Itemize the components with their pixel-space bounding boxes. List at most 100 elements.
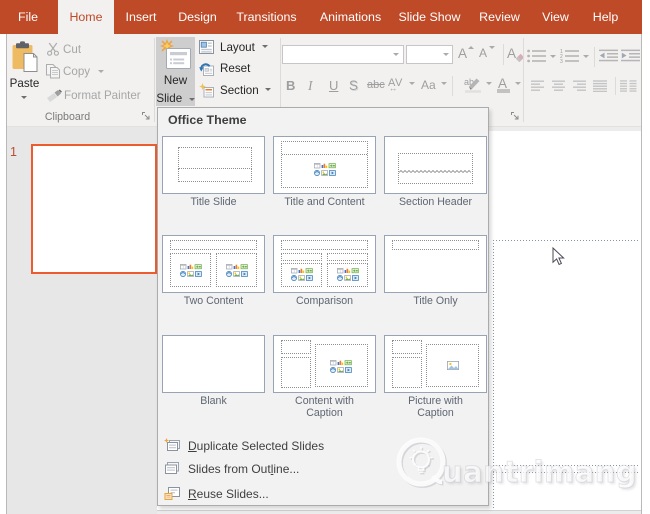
character-spacing-button[interactable]: AV ↔ [388, 74, 414, 96]
font-name-combo[interactable] [282, 45, 404, 64]
layout-label: Section Header [384, 197, 487, 209]
justify-button[interactable] [593, 79, 611, 93]
cut-icon [46, 42, 60, 56]
layout-thumb-blank [162, 335, 265, 393]
layout-option-comparison[interactable]: Comparison [273, 235, 376, 308]
tab-transitions[interactable]: Transitions [229, 0, 304, 34]
menu-item-reuse-slides[interactable]: Reuse Slides... [159, 482, 487, 505]
grow-font-button[interactable]: A [458, 44, 476, 64]
change-case-letters: Aa [421, 77, 436, 94]
bold-button[interactable]: B [286, 76, 302, 96]
numbering-button[interactable]: 123 [560, 49, 590, 65]
font-color-bar [497, 89, 510, 93]
section-label: Section [220, 84, 259, 97]
font-name-caret [393, 53, 399, 56]
slides-from-outline-icon [164, 461, 180, 476]
clipboard-dialog-launcher[interactable] [142, 112, 152, 122]
tab-file[interactable]: File [6, 0, 50, 34]
font-color-caret [515, 82, 521, 85]
italic-button[interactable]: I [308, 76, 322, 96]
new-slide-label-line1: New [156, 74, 195, 87]
tab-home[interactable]: Home [58, 0, 114, 34]
layout-label: Title and Content [273, 197, 376, 209]
bold-letter: B [286, 77, 295, 94]
bullets-button[interactable] [527, 49, 557, 65]
layout-option-blank[interactable]: Blank [162, 335, 265, 408]
align-center-button[interactable] [552, 79, 568, 93]
columns-button[interactable] [620, 79, 638, 93]
ribbon-tab-bar: File Home Insert Design Transitions Anim… [0, 0, 642, 34]
italic-letter: I [308, 77, 313, 94]
layout-option-content-with-caption[interactable]: Content with Caption [273, 335, 376, 420]
copy-icon [45, 63, 61, 79]
increase-indent-icon [621, 49, 641, 63]
layout-option-title-only[interactable]: Title Only [384, 235, 487, 308]
placeholder-outline [392, 240, 479, 250]
placeholder-outline [392, 340, 422, 354]
layout-option-title-slide[interactable]: Title Slide [162, 136, 265, 209]
paste-button[interactable]: Paste [8, 37, 41, 104]
section-icon [199, 83, 214, 98]
change-case-caret [441, 82, 447, 85]
layout-option-title-and-content[interactable]: Title and Content [273, 136, 376, 209]
placeholder-outline [392, 357, 422, 388]
decrease-indent-button[interactable] [599, 49, 619, 65]
shadow-button[interactable]: S [349, 76, 365, 96]
underline-button[interactable]: U [329, 76, 345, 96]
placeholder-outline [178, 147, 252, 169]
layout-label: Layout [220, 41, 255, 54]
layout-option-picture-with-caption[interactable]: Picture with Caption [384, 335, 487, 420]
menu-item-slides-from-outline[interactable]: Slides from Outline... [159, 457, 487, 480]
increase-indent-button[interactable] [621, 49, 641, 65]
menu-item-label: Duplicate Selected Slides [188, 439, 324, 453]
new-slide-dropdown: Office Theme Title Slide Title and Conte… [157, 107, 489, 506]
placeholder-divider [282, 154, 367, 155]
new-slide-label-line2: Slide [156, 92, 182, 105]
office-theme-header: Office Theme [168, 113, 247, 127]
layout-icon [199, 40, 214, 54]
tab-slide-show[interactable]: Slide Show [392, 0, 467, 34]
shadow-letter: S [349, 77, 358, 94]
layout-thumb-two-content [162, 235, 265, 293]
layout-label: Comparison [273, 296, 376, 308]
paragraph-group: 123 [524, 34, 641, 127]
duplicate-slides-icon [164, 438, 180, 453]
tab-animations[interactable]: Animations [311, 0, 390, 34]
text-highlight-button[interactable]: ab [464, 74, 494, 96]
new-slide-dropdown-caret [189, 98, 195, 101]
align-right-button[interactable] [573, 79, 589, 93]
font-size-combo[interactable] [406, 45, 453, 64]
shrink-font-button[interactable]: A [479, 44, 497, 64]
shrink-font-letter: A [479, 45, 487, 62]
tab-design[interactable]: Design [169, 0, 226, 34]
group-separator [452, 76, 453, 96]
tab-view[interactable]: View [533, 0, 578, 34]
new-slide-button[interactable]: New Slide [156, 37, 195, 106]
font-dialog-launcher[interactable] [511, 112, 521, 122]
tab-insert[interactable]: Insert [117, 0, 165, 34]
bullets-icon [527, 49, 547, 63]
layout-label: Title Slide [162, 197, 265, 209]
highlight-pen-icon [464, 76, 483, 93]
layout-label: Picture with Caption [384, 396, 487, 420]
layout-label: Title Only [384, 296, 487, 308]
justify-icon [593, 80, 608, 92]
format-painter-label: Format Painter [64, 89, 141, 102]
font-color-button[interactable]: A [496, 74, 522, 96]
layout-label: Blank [162, 396, 265, 408]
reset-icon [199, 61, 214, 76]
change-case-button[interactable]: Aa [421, 76, 449, 96]
slide-1-thumbnail[interactable] [31, 144, 157, 274]
tab-review[interactable]: Review [471, 0, 528, 34]
placeholder-outline [281, 240, 368, 250]
layout-option-section-header[interactable]: Section Header [384, 136, 487, 209]
menu-item-duplicate-selected-slides[interactable]: Duplicate Selected Slides [159, 434, 487, 457]
align-left-button[interactable] [531, 79, 547, 93]
layout-thumb-title-only [384, 235, 487, 293]
tab-help[interactable]: Help [583, 0, 628, 34]
subtitle-placeholder-top-edge [493, 472, 638, 473]
placeholder-outline [281, 253, 322, 261]
layout-option-two-content[interactable]: Two Content [162, 235, 265, 308]
menu-item-label: Reuse Slides... [188, 487, 269, 501]
paste-dropdown-caret [21, 96, 27, 99]
